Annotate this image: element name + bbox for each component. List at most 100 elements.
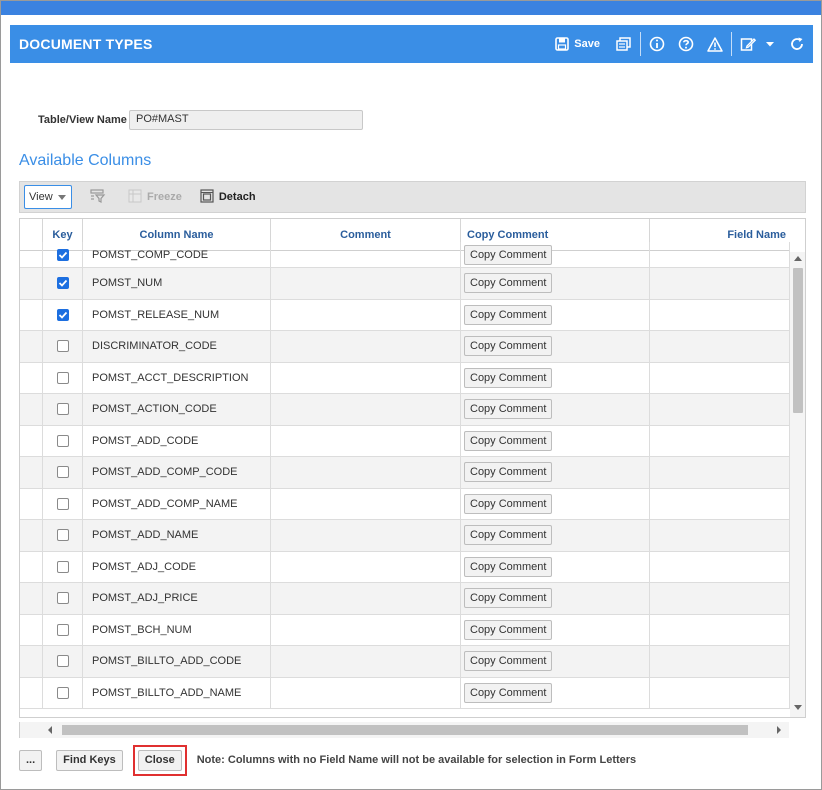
row-selector[interactable] (20, 551, 43, 582)
field-name-cell[interactable] (650, 268, 790, 299)
field-name-cell[interactable] (650, 425, 790, 456)
field-name-cell[interactable] (650, 457, 790, 488)
comment-cell[interactable] (271, 677, 461, 708)
key-checkbox[interactable] (56, 248, 69, 261)
row-selector[interactable] (20, 268, 43, 299)
row-selector[interactable] (20, 394, 43, 425)
table-row[interactable]: POMST_ADD_CODE Copy Comment (20, 425, 790, 457)
table-row[interactable]: POMST_BCH_NUM Copy Comment (20, 614, 790, 646)
table-row[interactable]: POMST_BILLTO_ADD_NAME Copy Comment (20, 677, 790, 709)
freeze-button[interactable]: Freeze (128, 189, 182, 206)
key-checkbox[interactable] (56, 497, 69, 510)
table-row[interactable]: POMST_ADD_COMP_CODE Copy Comment (20, 457, 790, 489)
comment-cell[interactable] (271, 520, 461, 551)
key-checkbox[interactable] (56, 623, 69, 636)
row-selector[interactable] (20, 457, 43, 488)
warning-button[interactable] (707, 25, 723, 63)
copy-comment-button[interactable]: Copy Comment (464, 651, 553, 672)
field-name-cell[interactable] (650, 299, 790, 330)
table-row[interactable]: POMST_ADJ_CODE Copy Comment (20, 551, 790, 583)
field-name-cell[interactable] (650, 551, 790, 582)
key-checkbox[interactable] (56, 434, 69, 447)
field-name-cell[interactable] (650, 331, 790, 362)
key-checkbox[interactable] (56, 466, 69, 479)
comment-cell[interactable] (271, 242, 461, 267)
print-button[interactable] (616, 25, 632, 63)
comment-cell[interactable] (271, 299, 461, 330)
comment-cell[interactable] (271, 331, 461, 362)
row-selector[interactable] (20, 242, 43, 267)
copy-comment-button[interactable]: Copy Comment (464, 682, 553, 703)
table-row[interactable]: POMST_BILLTO_ADD_CODE Copy Comment (20, 646, 790, 678)
key-checkbox[interactable] (56, 371, 69, 384)
scroll-thumb[interactable] (62, 725, 748, 735)
view-dropdown[interactable]: View (24, 185, 72, 209)
key-checkbox[interactable] (56, 277, 69, 290)
edit-menu-dropdown[interactable] (765, 25, 775, 63)
key-checkbox[interactable] (56, 592, 69, 605)
key-checkbox[interactable] (56, 686, 69, 699)
key-checkbox[interactable] (56, 308, 69, 321)
table-row[interactable]: POMST_ADD_NAME Copy Comment (20, 520, 790, 552)
field-name-cell[interactable] (650, 520, 790, 551)
copy-comment-button[interactable]: Copy Comment (464, 336, 553, 357)
info-button[interactable] (649, 25, 665, 63)
copy-comment-button[interactable]: Copy Comment (464, 619, 553, 640)
field-name-cell[interactable] (650, 583, 790, 614)
scroll-left-icon[interactable] (48, 726, 52, 734)
copy-comment-button[interactable]: Copy Comment (464, 588, 553, 609)
row-selector[interactable] (20, 488, 43, 519)
row-selector[interactable] (20, 425, 43, 456)
table-row[interactable]: DISCRIMINATOR_CODE Copy Comment (20, 331, 790, 363)
copy-comment-button[interactable]: Copy Comment (464, 399, 553, 420)
field-name-cell[interactable] (650, 614, 790, 645)
close-button[interactable]: Close (137, 749, 182, 771)
row-selector[interactable] (20, 583, 43, 614)
comment-cell[interactable] (271, 394, 461, 425)
row-selector[interactable] (20, 646, 43, 677)
help-button[interactable] (678, 25, 694, 63)
comment-cell[interactable] (271, 614, 461, 645)
vertical-scrollbar[interactable] (790, 252, 805, 717)
row-selector[interactable] (20, 520, 43, 551)
key-checkbox[interactable] (56, 655, 69, 668)
comment-cell[interactable] (271, 646, 461, 677)
table-row[interactable]: POMST_COMP_CODE Copy Comment (20, 242, 790, 268)
row-selector[interactable] (20, 362, 43, 393)
more-button[interactable]: ... (19, 749, 43, 771)
find-keys-button[interactable]: Find Keys (56, 749, 123, 771)
copy-comment-button[interactable]: Copy Comment (464, 525, 553, 546)
scroll-up-icon[interactable] (794, 256, 802, 261)
field-name-cell[interactable] (650, 394, 790, 425)
scroll-right-icon[interactable] (777, 726, 781, 734)
key-checkbox[interactable] (56, 560, 69, 573)
row-selector[interactable] (20, 299, 43, 330)
field-name-cell[interactable] (650, 242, 790, 267)
copy-comment-button[interactable]: Copy Comment (464, 462, 553, 483)
copy-comment-button[interactable]: Copy Comment (464, 273, 553, 294)
field-name-cell[interactable] (650, 362, 790, 393)
field-name-cell[interactable] (650, 646, 790, 677)
refresh-button[interactable] (789, 25, 805, 63)
table-row[interactable]: POMST_ADJ_PRICE Copy Comment (20, 583, 790, 615)
comment-cell[interactable] (271, 583, 461, 614)
table-row[interactable]: POMST_ACTION_CODE Copy Comment (20, 394, 790, 426)
scroll-down-icon[interactable] (794, 705, 802, 710)
table-view-field[interactable]: PO#MAST (129, 110, 363, 130)
comment-cell[interactable] (271, 362, 461, 393)
key-checkbox[interactable] (56, 403, 69, 416)
table-row[interactable]: POMST_ADD_COMP_NAME Copy Comment (20, 488, 790, 520)
copy-comment-button[interactable]: Copy Comment (464, 556, 553, 577)
row-selector[interactable] (20, 677, 43, 708)
key-checkbox[interactable] (56, 529, 69, 542)
copy-comment-button[interactable]: Copy Comment (464, 493, 553, 514)
comment-cell[interactable] (271, 488, 461, 519)
edit-button[interactable] (740, 25, 756, 63)
field-name-cell[interactable] (650, 488, 790, 519)
copy-comment-button[interactable]: Copy Comment (464, 367, 553, 388)
row-selector[interactable] (20, 614, 43, 645)
comment-cell[interactable] (271, 457, 461, 488)
comment-cell[interactable] (271, 268, 461, 299)
comment-cell[interactable] (271, 551, 461, 582)
copy-comment-button[interactable]: Copy Comment (464, 430, 553, 451)
